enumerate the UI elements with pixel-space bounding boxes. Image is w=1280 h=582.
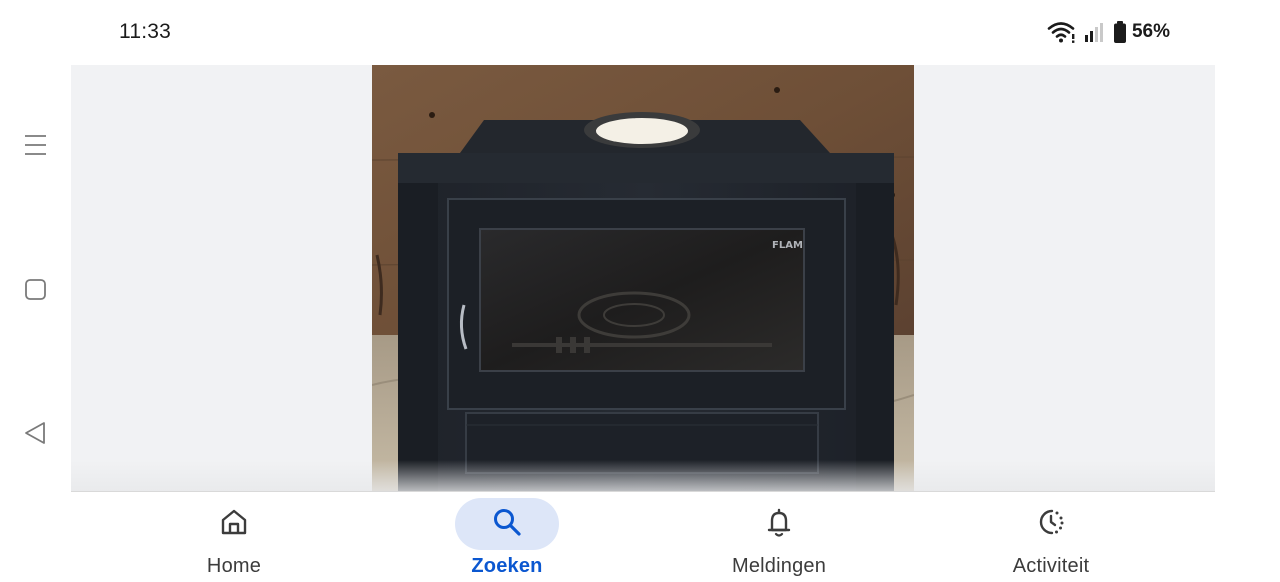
status-icons: 56% — [1047, 19, 1170, 45]
wifi-icon — [1047, 20, 1077, 44]
nav-notifications[interactable]: Meldingen — [699, 498, 859, 582]
nav-search[interactable]: Zoeken — [427, 498, 587, 582]
image-viewer[interactable]: FLAM — [71, 65, 1215, 492]
menu-icon[interactable] — [22, 131, 50, 159]
stove-photo[interactable]: FLAM — [372, 65, 914, 492]
back-triangle-icon[interactable] — [22, 419, 50, 447]
nav-notifications-label: Meldingen — [731, 555, 827, 577]
nav-home-label: Home — [206, 555, 262, 577]
nav-activity[interactable]: Activiteit — [971, 498, 1131, 582]
nav-home[interactable]: Home — [154, 498, 314, 582]
signal-icon — [1084, 21, 1106, 43]
status-time: 11:33 — [119, 20, 171, 43]
battery-icon — [1113, 20, 1127, 44]
activity-icon — [1035, 506, 1067, 543]
bell-icon — [764, 506, 794, 543]
battery-percent: 56% — [1131, 21, 1170, 42]
nav-search-label: Zoeken — [471, 555, 543, 577]
home-square-icon[interactable] — [22, 276, 50, 304]
bottom-navigation: Home Zoeken Meldingen Activiteit — [0, 492, 1280, 582]
search-icon — [491, 506, 523, 543]
nav-activity-label: Activiteit — [1012, 555, 1090, 577]
stove-brand-label: FLAM — [772, 240, 803, 251]
home-icon — [219, 507, 249, 542]
